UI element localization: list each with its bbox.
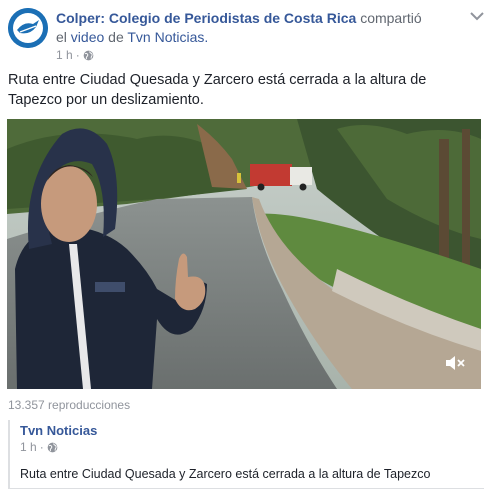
preposition-text: de: [108, 29, 124, 45]
source-page-link[interactable]: Tvn Noticias.: [127, 29, 208, 45]
post-timestamp[interactable]: 1 h: [56, 48, 73, 62]
meta-separator: ·: [75, 48, 80, 62]
globe-icon: [83, 50, 94, 61]
shared-post-timestamp[interactable]: 1 h: [20, 440, 37, 454]
video-player[interactable]: [7, 119, 481, 389]
shared-original-post: Tvn Noticias 1 h · Ruta entre Ciudad Que…: [8, 420, 484, 489]
video-frame: [7, 119, 481, 389]
shared-video-post: Colper: Colegio de Periodistas de Costa …: [0, 0, 493, 498]
globe-icon: [47, 442, 58, 453]
muted-speaker-icon[interactable]: [445, 355, 467, 371]
shared-post-text: Ruta entre Ciudad Quesada y Zarcero está…: [20, 467, 431, 481]
shared-post-meta: 1 h ·: [20, 440, 58, 454]
post-message: Ruta entre Ciudad Quesada y Zarcero está…: [8, 72, 427, 108]
shared-page-name-link[interactable]: Tvn Noticias: [20, 423, 97, 438]
shared-meta-separator: ·: [39, 440, 44, 454]
video-link[interactable]: video: [71, 29, 104, 45]
page-name-link[interactable]: Colper: Colegio de Periodistas de Costa …: [56, 10, 356, 26]
colper-logo-icon: [8, 8, 48, 48]
post-meta: 1 h ·: [56, 48, 94, 62]
chevron-down-icon[interactable]: [469, 10, 485, 22]
page-avatar[interactable]: [8, 8, 48, 48]
post-header: Colper: Colegio de Periodistas de Costa …: [56, 9, 436, 47]
view-count: 13.357 reproducciones: [8, 398, 131, 412]
